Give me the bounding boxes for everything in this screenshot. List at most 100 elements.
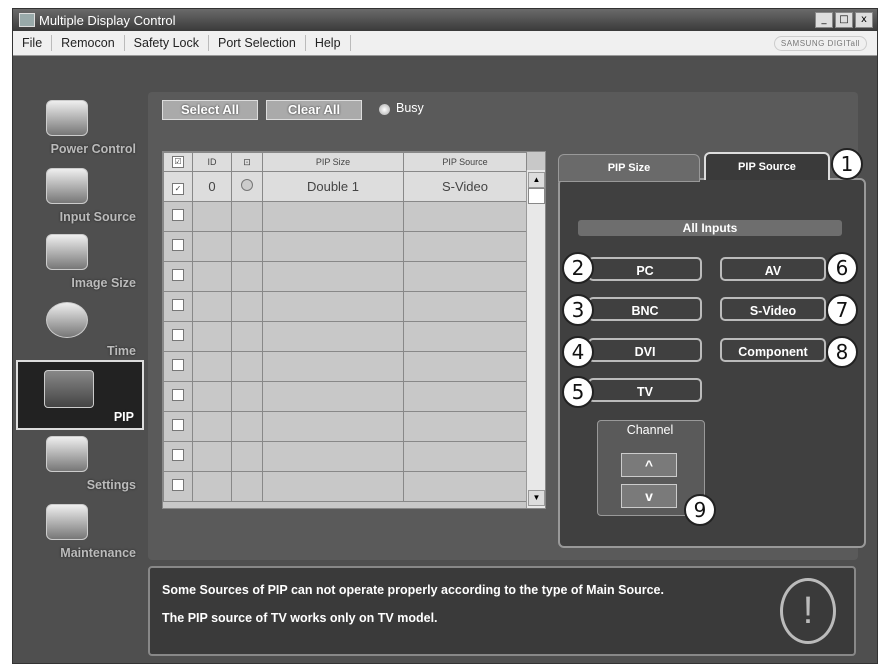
callout-3: 3 xyxy=(562,294,594,326)
callout-4: 4 xyxy=(562,336,594,368)
pip-icon xyxy=(44,370,94,408)
table-row[interactable] xyxy=(163,351,527,382)
callout-8: 8 xyxy=(826,336,858,368)
checkbox-icon xyxy=(172,329,184,341)
sidebar-item-image-size[interactable]: Image Size xyxy=(16,228,144,294)
table-row[interactable] xyxy=(163,321,527,352)
row-status xyxy=(231,171,263,202)
warning-icon: ! xyxy=(780,578,836,644)
checkbox-icon xyxy=(172,479,184,491)
header-pip-source: PIP Source xyxy=(403,152,527,172)
table-row[interactable] xyxy=(163,411,527,442)
sidebar-item-label: PIP xyxy=(113,410,134,424)
status-radio-icon xyxy=(241,179,253,191)
table-row[interactable]: ✓ 0 Double 1 S-Video xyxy=(163,171,527,202)
menu-remocon[interactable]: Remocon xyxy=(52,35,125,51)
table-row[interactable] xyxy=(163,471,527,502)
checkbox-icon xyxy=(172,239,184,251)
row-checkbox[interactable] xyxy=(163,231,193,262)
callout-1: 1 xyxy=(831,148,863,180)
checkbox-icon xyxy=(172,209,184,221)
row-checkbox[interactable] xyxy=(163,261,193,292)
row-checkbox[interactable] xyxy=(163,471,193,502)
source-dvi-button[interactable]: DVI xyxy=(588,338,702,362)
maintenance-icon xyxy=(46,504,88,540)
scroll-up-arrow-icon[interactable]: ▲ xyxy=(528,172,545,188)
table-row[interactable] xyxy=(163,201,527,232)
row-checkbox[interactable]: ✓ xyxy=(163,171,193,202)
table-row[interactable] xyxy=(163,231,527,262)
brand-logo: SAMSUNG DIGITall xyxy=(773,36,867,51)
menu-help[interactable]: Help xyxy=(306,35,351,51)
checkbox-icon xyxy=(172,449,184,461)
table-row[interactable] xyxy=(163,441,527,472)
sidebar-item-label: Input Source xyxy=(59,210,136,224)
checkbox-icon: ✓ xyxy=(172,182,184,195)
table-row[interactable] xyxy=(163,261,527,292)
close-button[interactable]: x xyxy=(855,12,873,28)
tab-pip-size[interactable]: PIP Size xyxy=(558,154,700,182)
row-checkbox[interactable] xyxy=(163,441,193,472)
sidebar-item-label: Power Control xyxy=(50,142,136,156)
source-tv-button[interactable]: TV xyxy=(588,378,702,402)
sidebar-item-input-source[interactable]: Input Source xyxy=(16,162,144,228)
message-line-1: Some Sources of PIP can not operate prop… xyxy=(162,583,664,597)
row-id: 0 xyxy=(192,171,232,202)
menu-bar: File Remocon Safety Lock Port Selection … xyxy=(13,31,877,56)
header-select-checkbox[interactable]: ☑ xyxy=(163,152,193,172)
sidebar-item-time[interactable]: Time xyxy=(16,296,144,362)
row-checkbox[interactable] xyxy=(163,411,193,442)
header-id: ID xyxy=(192,152,232,172)
menu-port-selection[interactable]: Port Selection xyxy=(209,35,306,51)
window-title: Multiple Display Control xyxy=(39,12,176,28)
callout-6: 6 xyxy=(826,252,858,284)
row-checkbox[interactable] xyxy=(163,351,193,382)
header-pip-size: PIP Size xyxy=(262,152,404,172)
checkbox-icon xyxy=(172,299,184,311)
clear-all-button[interactable]: Clear All xyxy=(266,100,362,120)
checkbox-icon xyxy=(172,419,184,431)
callout-7: 7 xyxy=(826,294,858,326)
channel-up-button[interactable]: ^ xyxy=(621,453,677,477)
display-table: ☑ ID ⊡ PIP Size PIP Source ✓ 0 Double 1 … xyxy=(162,151,546,509)
minimize-button[interactable]: _ xyxy=(815,12,833,28)
scroll-thumb[interactable] xyxy=(528,188,545,204)
sidebar-item-power-control[interactable]: Power Control xyxy=(16,94,144,160)
maximize-button[interactable]: □ xyxy=(835,12,853,28)
sidebar-item-pip[interactable]: PIP xyxy=(16,360,144,430)
app-icon xyxy=(19,13,35,27)
row-pip-source: S-Video xyxy=(403,171,527,202)
menu-safety-lock[interactable]: Safety Lock xyxy=(125,35,209,51)
title-bar: Multiple Display Control _ □ x xyxy=(13,9,877,31)
source-svideo-button[interactable]: S-Video xyxy=(720,297,826,321)
row-checkbox[interactable] xyxy=(163,321,193,352)
menu-file[interactable]: File xyxy=(13,35,53,51)
sidebar-item-settings[interactable]: Settings xyxy=(16,430,144,496)
tab-pip-source[interactable]: PIP Source xyxy=(704,152,830,180)
sidebar-item-maintenance[interactable]: Maintenance xyxy=(16,498,144,564)
channel-label: Channel xyxy=(626,423,674,437)
source-pc-button[interactable]: PC xyxy=(588,257,702,281)
scroll-down-arrow-icon[interactable]: ▼ xyxy=(528,490,545,506)
sidebar-item-label: Image Size xyxy=(71,276,136,290)
select-all-button[interactable]: Select All xyxy=(162,100,258,120)
power-icon xyxy=(46,100,88,136)
table-scrollbar[interactable]: ▲ ▼ xyxy=(526,170,545,508)
table-row[interactable] xyxy=(163,291,527,322)
sidebar-item-label: Settings xyxy=(86,478,136,492)
all-inputs-heading: All Inputs xyxy=(578,220,842,236)
sidebar-item-label: Maintenance xyxy=(60,546,136,560)
source-component-button[interactable]: Component xyxy=(720,338,826,362)
source-bnc-button[interactable]: BNC xyxy=(588,297,702,321)
sidebar: Power Control Input Source Image Size Ti… xyxy=(12,54,144,671)
checkbox-icon xyxy=(172,389,184,401)
channel-down-button[interactable]: v xyxy=(621,484,677,508)
callout-2: 2 xyxy=(562,252,594,284)
checkbox-icon xyxy=(172,359,184,371)
row-checkbox[interactable] xyxy=(163,291,193,322)
row-checkbox[interactable] xyxy=(163,201,193,232)
table-row[interactable] xyxy=(163,381,527,412)
row-checkbox[interactable] xyxy=(163,381,193,412)
row-pip-size: Double 1 xyxy=(262,171,404,202)
source-av-button[interactable]: AV xyxy=(720,257,826,281)
